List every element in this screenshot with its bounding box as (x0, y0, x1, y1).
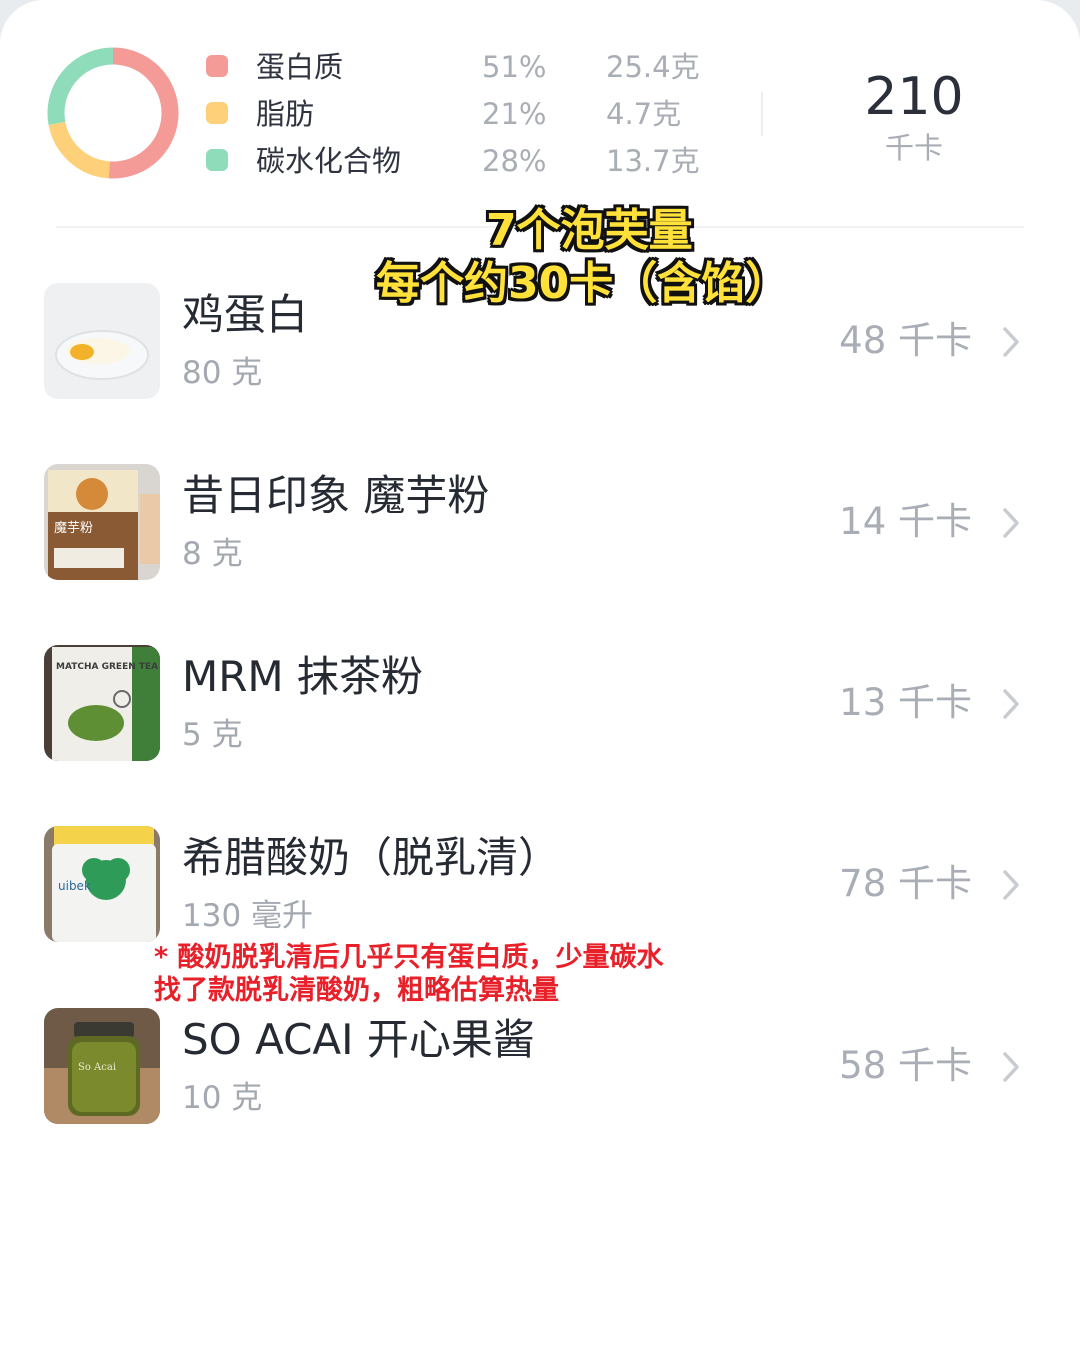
fat-amount: 4.7克 (606, 97, 682, 131)
food-calories: 58 千卡 (839, 1044, 972, 1087)
protein-label: 蛋白质 (256, 50, 344, 84)
food-calories: 48 千卡 (839, 319, 972, 362)
food-calories: 13 千卡 (839, 681, 972, 724)
legend-row-protein: 蛋白质 51% 25.4克 (206, 45, 726, 89)
note-line-1: * 酸奶脱乳清后几乎只有蛋白质，少量碳水 (154, 942, 664, 973)
carbs-label: 碳水化合物 (256, 144, 402, 178)
legend-row-fat: 脂肪 21% 4.7克 (206, 92, 726, 136)
food-item-pistachio-spread[interactable]: So Acai SO ACAI 开心果酱 10 克 58 千卡 (0, 1008, 1080, 1128)
fat-label: 脂肪 (256, 97, 315, 131)
food-quantity: 80 克 (182, 355, 263, 391)
food-item-greek-yogurt[interactable]: uibek 希腊酸奶（脱乳清） 130 毫升 78 千卡 (0, 826, 1080, 946)
fat-color-dot (206, 102, 228, 124)
note-line-2: 找了款脱乳清酸奶，粗略估算热量 (154, 975, 559, 1006)
food-calories: 14 千卡 (839, 500, 972, 543)
total-calories-unit: 千卡 (884, 131, 943, 165)
food-item-konjac-powder[interactable]: 魔芋粉 昔日印象 魔芋粉 8 克 14 千卡 (0, 464, 1080, 584)
legend-row-carbs: 碳水化合物 28% 13.7克 (206, 139, 726, 183)
food-calories: 78 千卡 (839, 862, 972, 905)
caption-line-1: 7个泡芙量 (486, 205, 693, 256)
egg-white-thumbnail (44, 283, 160, 399)
protein-percent: 51% (482, 50, 547, 84)
greek-yogurt-thumbnail: uibek (44, 826, 160, 942)
carbs-color-dot (206, 149, 228, 171)
nutrition-summary: 蛋白质 51% 25.4克 脂肪 21% 4.7克 碳水化合物 28% 13.7… (0, 0, 1080, 228)
konjac-powder-thumbnail: 魔芋粉 (44, 464, 160, 580)
food-name: SO ACAI 开心果酱 (182, 1015, 535, 1064)
diet-record-card: 蛋白质 51% 25.4克 脂肪 21% 4.7克 碳水化合物 28% 13.7… (0, 0, 1080, 1349)
pistachio-spread-thumbnail: So Acai (44, 1008, 160, 1124)
food-item-matcha-powder[interactable]: MATCHA GREEN TEA POWDER MRM 抹茶粉 5 克 13 千… (0, 645, 1080, 765)
summary-divider (761, 92, 763, 136)
chevron-right-icon (1003, 327, 1019, 357)
food-quantity: 5 克 (182, 717, 243, 753)
carbs-amount: 13.7克 (606, 144, 700, 178)
chevron-right-icon (1003, 1052, 1019, 1082)
food-name: 希腊酸奶（脱乳清） (182, 833, 561, 882)
chevron-right-icon (1003, 508, 1019, 538)
matcha-package-label: MATCHA GREEN TEA POWDER (56, 662, 160, 672)
protein-color-dot (206, 55, 228, 77)
food-name: MRM 抹茶粉 (182, 652, 424, 701)
food-quantity: 130 毫升 (182, 898, 314, 934)
protein-amount: 25.4克 (606, 50, 700, 84)
konjac-package-label: 魔芋粉 (54, 521, 93, 536)
food-quantity: 10 克 (182, 1080, 263, 1116)
food-name: 鸡蛋白 (182, 290, 309, 339)
caption-line-2: 每个约30卡（含馅） (376, 258, 790, 309)
food-name: 昔日印象 魔芋粉 (182, 471, 490, 520)
chevron-right-icon (1003, 870, 1019, 900)
macro-donut-chart (47, 47, 179, 179)
matcha-powder-thumbnail: MATCHA GREEN TEA POWDER (44, 645, 160, 761)
fat-percent: 21% (482, 97, 547, 131)
chevron-right-icon (1003, 689, 1019, 719)
total-calories: 210 (864, 67, 964, 127)
jar-label: So Acai (78, 1062, 116, 1073)
carbs-percent: 28% (482, 144, 547, 178)
food-quantity: 8 克 (182, 536, 243, 572)
yogurt-package-label: uibek (58, 879, 91, 893)
